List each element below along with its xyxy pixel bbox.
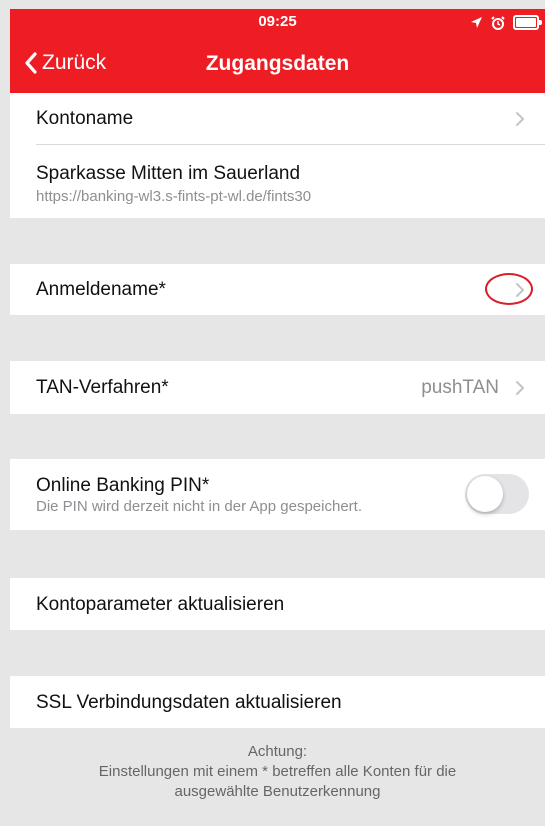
anmeldename-row[interactable]: Anmeldename* [10,264,545,315]
tan-verfahren-row[interactable]: TAN-Verfahren* pushTAN [10,361,545,414]
section-gap [10,530,545,578]
chevron-right-icon [516,111,524,126]
kontoparameter-row[interactable]: Kontoparameter aktualisieren [10,578,545,630]
section-gap [10,414,545,459]
pin-hint: Die PIN wird derzeit nicht in der App ge… [36,498,362,515]
battery-icon [513,15,542,30]
kontoname-row[interactable]: Kontoname [10,93,545,144]
section-gap [10,218,545,264]
location-arrow-icon [471,17,482,28]
kontoparameter-label: Kontoparameter aktualisieren [36,594,285,615]
highlight-circle [485,272,533,305]
footer-line: Achtung: [247,743,308,760]
navigation-bar: Zurück Zugangsdaten [10,35,545,93]
toggle-knob [467,475,503,512]
bank-url: https://banking-wl3.s-fints-pt-wl.de/fin… [36,188,312,205]
status-bar: 09:25 [10,9,545,35]
pin-save-toggle[interactable] [465,473,529,514]
section-gap [10,630,545,676]
page-title: Zugangsdaten [205,52,350,75]
kontoname-label: Kontoname [36,108,134,129]
footer-line: ausgewählte Benutzerkennung [174,783,381,800]
alarm-clock-icon [491,15,505,30]
ssl-label: SSL Verbindungsdaten aktualisieren [36,692,342,713]
status-time: 09:25 [258,13,297,30]
pin-row: Online Banking PIN* Die PIN wird derzeit… [10,459,545,530]
section-gap [10,315,545,361]
pin-label: Online Banking PIN* [36,475,210,496]
tan-verfahren-value: pushTAN [421,376,499,398]
bank-name: Sparkasse Mitten im Sauerland [36,163,301,184]
anmeldename-label: Anmeldename* [36,279,166,300]
status-icons [470,15,542,30]
settings-list: Kontoname Sparkasse Mitten im Sauerland … [10,93,545,802]
chevron-right-icon [516,380,524,395]
footer-note: Achtung: Einstellungen mit einem * betre… [10,728,545,802]
ssl-row[interactable]: SSL Verbindungsdaten aktualisieren [10,676,545,728]
footer-line: Einstellungen mit einem * betreffen alle… [98,763,457,780]
bank-row: Sparkasse Mitten im Sauerland https://ba… [10,145,545,218]
